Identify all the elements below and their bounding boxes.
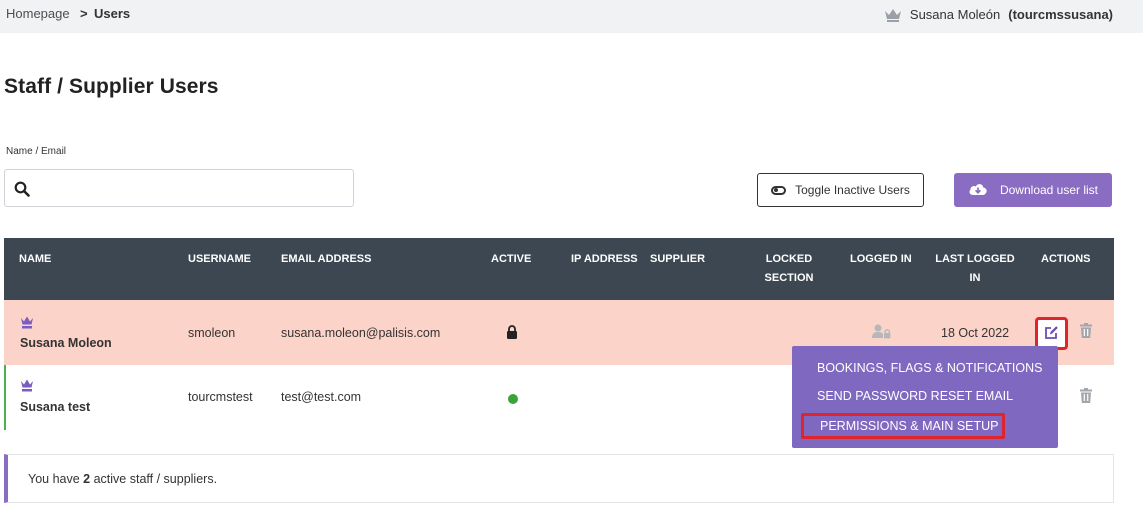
notice-suffix: active staff / suppliers. (93, 472, 218, 486)
col-locked-line2: SECTION (764, 272, 814, 284)
crown-icon (20, 379, 34, 395)
toggle-inactive-users-label: Toggle Inactive Users (795, 183, 910, 197)
notice-prefix: You have (28, 472, 80, 486)
col-active[interactable]: ACTIVE (491, 250, 531, 269)
user-name: Susana Moleon (20, 336, 112, 350)
trash-icon[interactable] (1080, 388, 1092, 406)
toggle-icon (771, 185, 787, 195)
col-last-logged-line2: IN (969, 272, 981, 284)
col-last-logged-line1: LAST LOGGED (935, 253, 1015, 265)
edit-icon (1044, 325, 1059, 343)
notice-count: 2 (83, 472, 91, 486)
breadcrumb-home[interactable]: Homepage (6, 6, 70, 21)
user-username: tourcmstest (188, 390, 253, 404)
col-username[interactable]: USERNAME (188, 250, 251, 269)
col-email[interactable]: EMAIL ADDRESS (281, 250, 371, 269)
trash-icon[interactable] (1080, 323, 1092, 341)
lock-icon (506, 325, 518, 342)
page-title: Staff / Supplier Users (4, 75, 219, 98)
search-input[interactable] (39, 176, 339, 200)
table-header: NAME USERNAME EMAIL ADDRESS ACTIVE IP AD… (4, 238, 1114, 300)
crown-icon (884, 8, 902, 22)
search-icon (14, 181, 30, 202)
download-user-list-button[interactable]: Download user list (954, 173, 1112, 207)
crown-icon (20, 316, 34, 332)
menu-item-send-password-reset[interactable]: SEND PASSWORD RESET EMAIL (817, 389, 1013, 403)
user-name: Susana test (20, 400, 91, 414)
menu-item-bookings-flags-notifications[interactable]: BOOKINGS, FLAGS & NOTIFICATIONS (817, 361, 1043, 375)
search-label: Name / Email (6, 146, 67, 157)
col-last-logged-in[interactable]: LAST LOGGED IN (930, 250, 1020, 288)
col-locked-section[interactable]: LOCKED SECTION (756, 250, 822, 288)
menu-item-permissions-main-setup[interactable]: PERMISSIONS & MAIN SETUP (801, 413, 1005, 439)
user-username: smoleon (188, 326, 236, 340)
user-email: test@test.com (281, 390, 362, 404)
notice-text: You have 2 active staff / suppliers. (28, 472, 217, 486)
search-field[interactable] (4, 169, 354, 207)
user-last-logged-in: 18 Oct 2022 (941, 326, 1010, 340)
current-user[interactable]: Susana Moleón (tourcmssusana) (884, 7, 1113, 22)
toggle-inactive-users-button[interactable]: Toggle Inactive Users (757, 173, 924, 207)
user-lock-icon (872, 324, 892, 342)
download-user-list-label: Download user list (999, 183, 1099, 197)
user-email: susana.moleon@palisis.com (281, 326, 441, 340)
active-status-dot (508, 394, 518, 404)
col-locked-line1: LOCKED (765, 253, 813, 265)
col-supplier[interactable]: SUPPLIER (650, 250, 705, 269)
col-name[interactable]: NAME (19, 250, 51, 269)
col-logged-in[interactable]: LOGGED IN (850, 250, 912, 269)
breadcrumb-separator: > (80, 6, 88, 21)
actions-menu: BOOKINGS, FLAGS & NOTIFICATIONS SEND PAS… (792, 346, 1058, 448)
col-actions: ACTIONS (1041, 253, 1091, 265)
cloud-download-icon (968, 182, 988, 199)
top-bar: Homepage > Users Susana Moleón (tourcmss… (0, 0, 1143, 33)
col-ip-address[interactable]: IP ADDRESS (571, 250, 638, 269)
current-user-name: Susana Moleón (909, 7, 1001, 22)
breadcrumb-current: Users (94, 6, 131, 21)
active-count-notice: You have 2 active staff / suppliers. (4, 454, 1114, 503)
current-user-username: (tourcmssusana) (1008, 7, 1113, 22)
